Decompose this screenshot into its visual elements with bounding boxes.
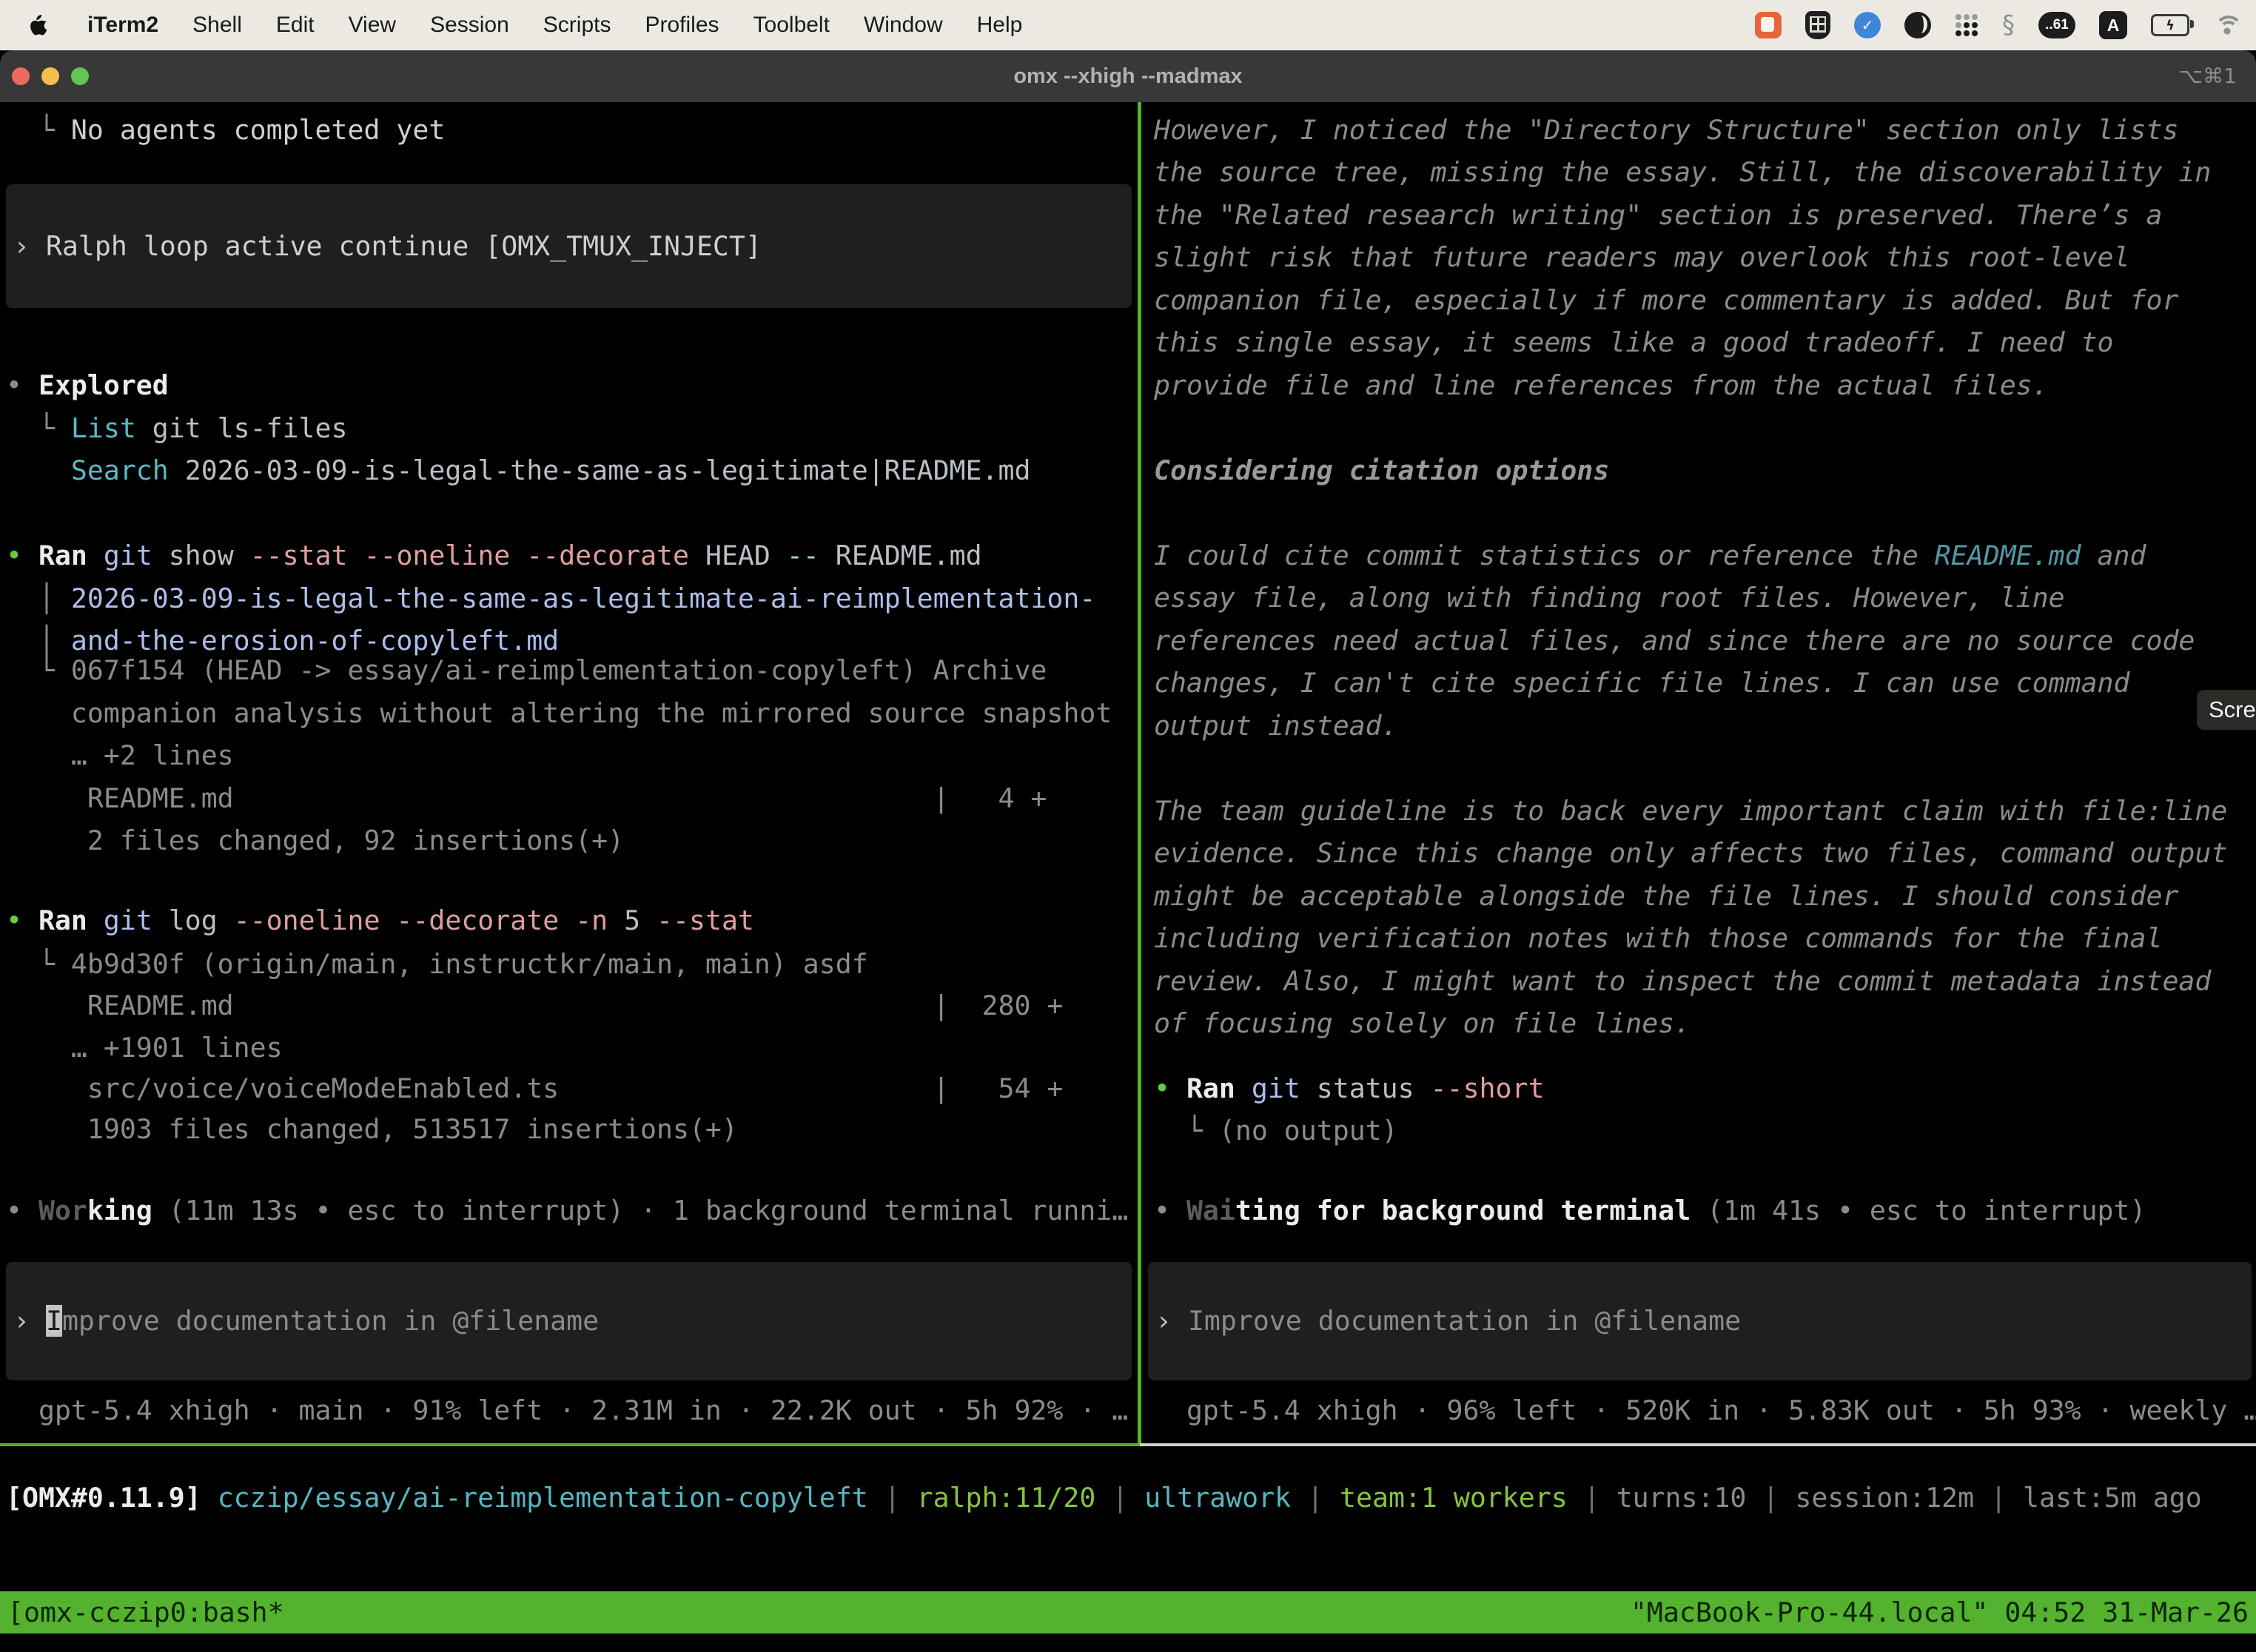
terminal-line: 1903 files changed, 513517 insertions(+) [6, 1110, 738, 1149]
left-prompt-input[interactable]: › Improve documentation in @filename [6, 1262, 1132, 1380]
terminal-line: references need actual files, and since … [1154, 622, 2195, 660]
terminal-line: src/voice/voiceModeEnabled.ts | 54 + [6, 1070, 1063, 1108]
terminal-line: … +1901 lines [6, 1029, 283, 1067]
tmux-status-bar: [omx-cczip0:bash* "MacBook-Pro-44.local"… [0, 1591, 2256, 1633]
terminal-line: However, I noticed the "Directory Struct… [1154, 111, 2178, 150]
terminal-content: └ No agents completed yet • Explored └ Li… [0, 0, 2256, 1652]
terminal-line: README.md | 280 + [6, 987, 1063, 1025]
ralph-loop-line: › Ralph loop active continue [OMX_TMUX_I… [13, 227, 762, 266]
terminal-line: including verification notes with those … [1154, 919, 2162, 958]
terminal-line: │ 2026-03-09-is-legal-the-same-as-legiti… [6, 580, 1095, 618]
terminal-line: the source tree, missing the essay. Stil… [1154, 153, 2211, 192]
left-prompt-text: › Improve documentation in @filename [13, 1302, 599, 1340]
terminal-line: └ (no output) [1154, 1112, 1398, 1150]
terminal-line: • Ran git log --oneline --decorate -n 5 … [6, 901, 754, 940]
right-model-status: gpt-5.4 xhigh · 96% left · 520K in · 5.8… [1154, 1391, 2256, 1430]
terminal-line: • Ran git show --stat --oneline --decora… [6, 537, 982, 575]
tmux-session-label: [omx-cczip0:bash* [7, 1596, 284, 1628]
screen: iTerm2ShellEditViewSessionScriptsProfile… [0, 0, 2256, 1652]
screen-share-label: Scre [2209, 696, 2256, 723]
terminal-line: output instead. [1154, 707, 1398, 745]
terminal-line: of focusing solely on file lines. [1154, 1004, 1691, 1043]
terminal-line: the "Related research writing" section i… [1154, 196, 2162, 235]
terminal-line: The team guideline is to back every impo… [1154, 792, 2227, 830]
terminal-line: companion file, especially if more comme… [1154, 281, 2178, 320]
terminal-line: 2 files changed, 92 insertions(+) [6, 822, 624, 860]
terminal-line: Considering citation options [1154, 451, 1609, 490]
terminal-line: essay file, along with finding root file… [1154, 579, 2065, 617]
ralph-loop-box: › Ralph loop active continue [OMX_TMUX_I… [6, 184, 1132, 308]
screen-share-overlay[interactable]: Scre [2197, 690, 2256, 730]
tmux-host-clock: "MacBook-Pro-44.local" 04:52 31-Mar-26 [1631, 1596, 2249, 1628]
inactive-pane-border [1140, 1443, 2256, 1446]
terminal-line: └ No agents completed yet [6, 111, 445, 150]
terminal-line: companion analysis without altering the … [6, 694, 1112, 733]
pane-divider[interactable] [1138, 102, 1141, 1445]
terminal-line: • Explored [6, 366, 169, 405]
terminal-line: README.md | 4 + [6, 779, 1047, 818]
terminal-line: provide file and line references from th… [1154, 366, 2049, 405]
terminal-line: Search 2026-03-09-is-legal-the-same-as-l… [6, 451, 1030, 490]
terminal-line: this single essay, it seems like a good … [1154, 323, 2114, 362]
terminal-line: … +2 lines [6, 736, 234, 775]
terminal-line: └ List git ls-files [6, 409, 348, 448]
terminal-line: • Ran git status --short [1154, 1070, 1544, 1108]
terminal-line: └ 4b9d30f (origin/main, instructkr/main,… [6, 945, 868, 984]
terminal-line: I could cite commit statistics or refere… [1154, 537, 2146, 575]
right-prompt-text: › Improve documentation in @filename [1155, 1302, 1741, 1340]
terminal-line: changes, I can't cite specific file line… [1154, 664, 2130, 702]
terminal-line: • Waiting for background terminal (1m 41… [1154, 1192, 2146, 1230]
terminal-line: evidence. Since this change only affects… [1154, 834, 2227, 873]
terminal-line: review. Also, I might want to inspect th… [1154, 962, 2211, 1001]
active-pane-border [0, 1443, 1140, 1446]
right-prompt-input[interactable]: › Improve documentation in @filename [1148, 1262, 2252, 1380]
omx-status-line: [OMX#0.11.9] cczip/essay/ai-reimplementa… [6, 1479, 2202, 1517]
terminal-line: • Working (11m 13s • esc to interrupt) ·… [6, 1192, 1128, 1230]
terminal-line: slight risk that future readers may over… [1154, 238, 2130, 277]
terminal-line: └ 067f154 (HEAD -> essay/ai-reimplementa… [6, 651, 1047, 690]
terminal-line: might be acceptable alongside the file l… [1154, 877, 2178, 916]
left-model-status: gpt-5.4 xhigh · main · 91% left · 2.31M … [6, 1391, 1128, 1430]
